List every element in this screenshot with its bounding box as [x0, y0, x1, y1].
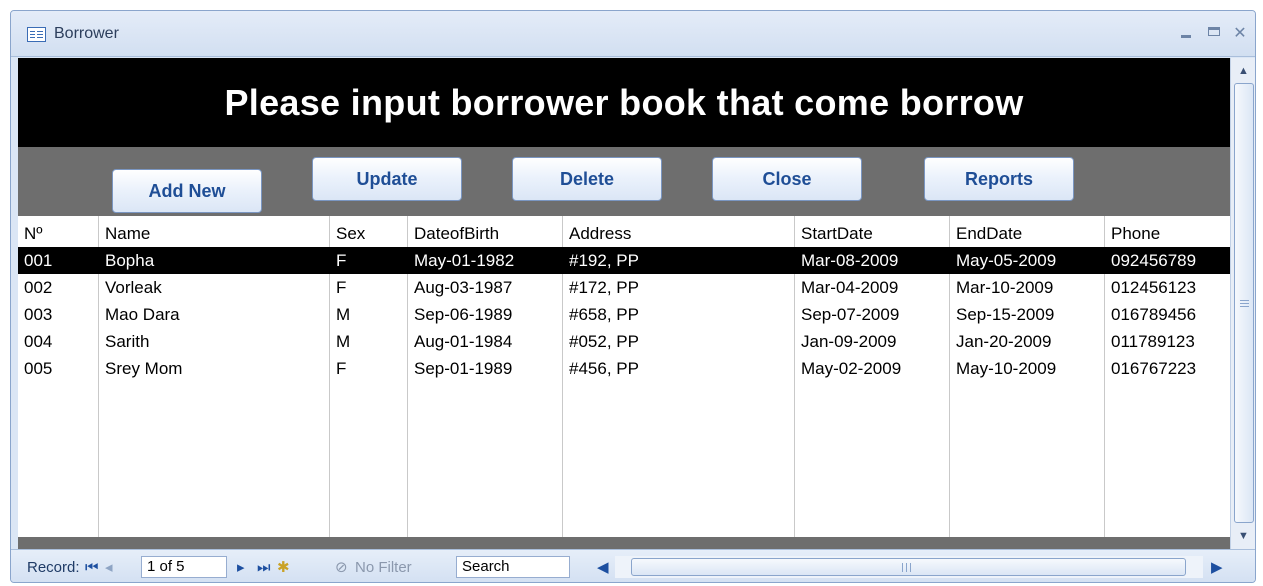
cell-name[interactable]: Vorleak	[99, 274, 162, 301]
table-row[interactable]: 003 Mao Dara M Sep-06-1989 #658, PP Sep-…	[18, 301, 1230, 328]
column-header-sex[interactable]: Sex	[330, 220, 365, 247]
cell-phone[interactable]: 016767223	[1105, 355, 1196, 382]
cell-name[interactable]: Mao Dara	[99, 301, 180, 328]
cell-dateofbirth[interactable]: Aug-01-1984	[408, 328, 512, 355]
borrower-datasheet: Nº Name Sex DateofBirth Address StartDat…	[18, 216, 1230, 537]
cell-name[interactable]: Srey Mom	[99, 355, 182, 382]
cell-no[interactable]: 001	[18, 247, 52, 274]
cell-dateofbirth[interactable]: May-01-1982	[408, 247, 514, 274]
horizontal-scroll-thumb[interactable]	[631, 558, 1186, 576]
cell-sex[interactable]: M	[330, 328, 350, 355]
cell-enddate[interactable]: Jan-20-2009	[950, 328, 1051, 355]
cell-sex[interactable]: M	[330, 301, 350, 328]
form-header: Please input borrower book that come bor…	[18, 58, 1230, 147]
cell-sex[interactable]: F	[330, 274, 346, 301]
cell-address[interactable]: #192, PP	[563, 247, 639, 274]
previous-record-icon[interactable]: ◂	[105, 559, 113, 577]
cell-startdate[interactable]: May-02-2009	[795, 355, 901, 382]
grip-icon	[1240, 300, 1249, 307]
next-record-icon[interactable]: ▸	[237, 559, 245, 577]
table-row[interactable]: 004 Sarith M Aug-01-1984 #052, PP Jan-09…	[18, 328, 1230, 355]
table-header-row: Nº Name Sex DateofBirth Address StartDat…	[18, 220, 1230, 247]
table-row[interactable]: 001 Bopha F May-01-1982 #192, PP Mar-08-…	[18, 247, 1230, 274]
cell-no[interactable]: 002	[18, 274, 52, 301]
cell-no[interactable]: 003	[18, 301, 52, 328]
grip-icon	[902, 563, 911, 572]
form-header-text: Please input borrower book that come bor…	[224, 81, 1024, 123]
update-button[interactable]: Update	[312, 157, 462, 201]
filter-icon: ⊘	[335, 559, 348, 576]
cell-startdate[interactable]: Sep-07-2009	[795, 301, 899, 328]
cell-enddate[interactable]: May-05-2009	[950, 247, 1056, 274]
minimize-icon[interactable]	[1175, 21, 1197, 43]
table-row[interactable]: 005 Srey Mom F Sep-01-1989 #456, PP May-…	[18, 355, 1230, 382]
column-header-phone[interactable]: Phone	[1105, 220, 1160, 247]
cell-sex[interactable]: F	[330, 355, 346, 382]
cell-sex[interactable]: F	[330, 247, 346, 274]
scroll-right-icon[interactable]: ▶	[1211, 559, 1223, 577]
record-label: Record:	[27, 559, 80, 576]
cell-startdate[interactable]: Mar-04-2009	[795, 274, 898, 301]
column-header-no[interactable]: Nº	[18, 220, 43, 247]
close-icon[interactable]: ✕	[1229, 23, 1251, 43]
add-new-button[interactable]: Add New	[112, 169, 262, 213]
scroll-down-icon[interactable]: ▼	[1231, 526, 1255, 546]
current-record-field[interactable]: 1 of 5	[141, 556, 227, 578]
column-header-address[interactable]: Address	[563, 220, 631, 247]
cell-startdate[interactable]: Jan-09-2009	[795, 328, 896, 355]
cell-address[interactable]: #172, PP	[563, 274, 639, 301]
cell-enddate[interactable]: May-10-2009	[950, 355, 1056, 382]
cell-phone[interactable]: 011789123	[1105, 328, 1195, 355]
last-record-icon[interactable]: ⏭	[257, 559, 271, 577]
cell-enddate[interactable]: Sep-15-2009	[950, 301, 1054, 328]
column-header-startdate[interactable]: StartDate	[795, 220, 873, 247]
close-button[interactable]: Close	[712, 157, 862, 201]
no-filter-button[interactable]: No Filter	[355, 559, 412, 577]
delete-button[interactable]: Delete	[512, 157, 662, 201]
cell-name[interactable]: Sarith	[99, 328, 149, 355]
new-record-icon[interactable]: ✱	[277, 559, 290, 577]
vertical-scrollbar[interactable]: ▲ ▼	[1230, 58, 1255, 549]
button-bar: Add New Update Delete Close Reports	[18, 147, 1230, 216]
cell-no[interactable]: 004	[18, 328, 52, 355]
record-navigation-bar: Record: ⏮ ◂ 1 of 5 ▸ ⏭ ✱ ⊘ No Filter Sea…	[11, 549, 1255, 582]
cell-name[interactable]: Bopha	[99, 247, 154, 274]
column-header-enddate[interactable]: EndDate	[950, 220, 1022, 247]
table-row[interactable]: 002 Vorleak F Aug-03-1987 #172, PP Mar-0…	[18, 274, 1230, 301]
cell-phone[interactable]: 016789456	[1105, 301, 1196, 328]
cell-address[interactable]: #658, PP	[563, 301, 639, 328]
title-bar[interactable]: Borrower ✕	[11, 11, 1255, 57]
window-title: Borrower	[54, 25, 119, 42]
cell-dateofbirth[interactable]: Aug-03-1987	[408, 274, 512, 301]
scroll-left-icon[interactable]: ◀	[597, 559, 609, 577]
search-input[interactable]: Search	[456, 556, 570, 578]
column-header-dateofbirth[interactable]: DateofBirth	[408, 220, 499, 247]
maximize-icon[interactable]	[1203, 21, 1225, 41]
cell-phone[interactable]: 012456123	[1105, 274, 1196, 301]
form-icon	[27, 27, 46, 42]
cell-startdate[interactable]: Mar-08-2009	[795, 247, 898, 274]
scroll-up-icon[interactable]: ▲	[1231, 61, 1255, 81]
cell-dateofbirth[interactable]: Sep-06-1989	[408, 301, 512, 328]
cell-address[interactable]: #456, PP	[563, 355, 639, 382]
cell-phone[interactable]: 092456789	[1105, 247, 1196, 274]
reports-button[interactable]: Reports	[924, 157, 1074, 201]
cell-no[interactable]: 005	[18, 355, 52, 382]
cell-address[interactable]: #052, PP	[563, 328, 639, 355]
form-footer	[18, 537, 1230, 549]
cell-dateofbirth[interactable]: Sep-01-1989	[408, 355, 512, 382]
first-record-icon[interactable]: ⏮	[85, 559, 99, 577]
borrower-form-window: Borrower ✕ Please input borrower book th…	[10, 10, 1256, 583]
vertical-scroll-thumb[interactable]	[1234, 83, 1254, 523]
column-header-name[interactable]: Name	[99, 220, 150, 247]
cell-enddate[interactable]: Mar-10-2009	[950, 274, 1053, 301]
